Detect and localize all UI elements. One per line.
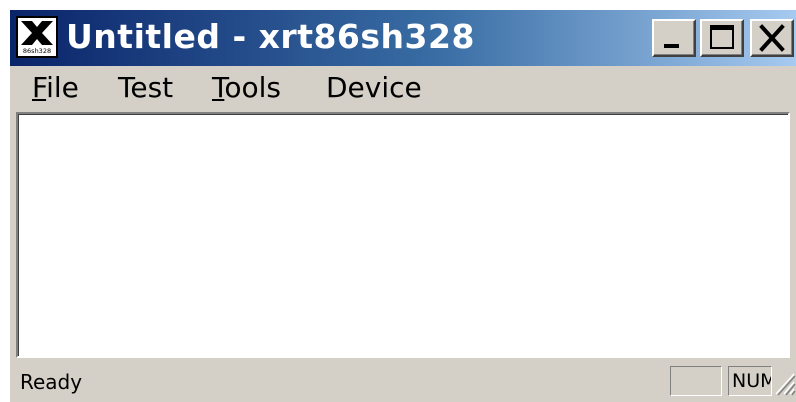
xr-app-icon[interactable]: 86sh328 xyxy=(16,16,58,58)
menu-tools[interactable]: Tools xyxy=(212,70,281,106)
title-bar[interactable]: 86sh328 Untitled - xrt86sh328 xyxy=(10,10,796,66)
menu-tools-mnemonic: T xyxy=(212,71,225,104)
status-text: Ready xyxy=(20,370,83,394)
menu-test[interactable]: Test xyxy=(118,70,173,106)
close-button[interactable] xyxy=(750,19,794,57)
menu-tools-label: ools xyxy=(224,71,281,104)
minimize-button[interactable] xyxy=(652,19,696,57)
status-pane-empty xyxy=(670,366,722,396)
minimize-icon xyxy=(664,44,679,48)
maximize-icon xyxy=(710,25,734,49)
app-window: 86sh328 Untitled - xrt86sh328 File Test … xyxy=(10,10,796,402)
window-title: Untitled - xrt86sh328 xyxy=(66,17,475,56)
maximize-button[interactable] xyxy=(700,19,744,57)
num-lock-indicator: NUM xyxy=(728,366,772,396)
status-bar: Ready NUM xyxy=(10,362,796,402)
menu-bar: File Test Tools Device xyxy=(10,66,796,108)
resize-grip-icon[interactable] xyxy=(772,368,796,396)
app-icon-text: 86sh328 xyxy=(23,47,51,55)
client-area[interactable] xyxy=(16,112,790,358)
close-icon xyxy=(759,24,785,52)
menu-file-label: ile xyxy=(46,71,79,104)
menu-file[interactable]: File xyxy=(32,70,79,106)
menu-file-mnemonic: F xyxy=(32,71,47,104)
num-lock-label: NUM xyxy=(732,370,771,392)
menu-device[interactable]: Device xyxy=(326,70,422,106)
